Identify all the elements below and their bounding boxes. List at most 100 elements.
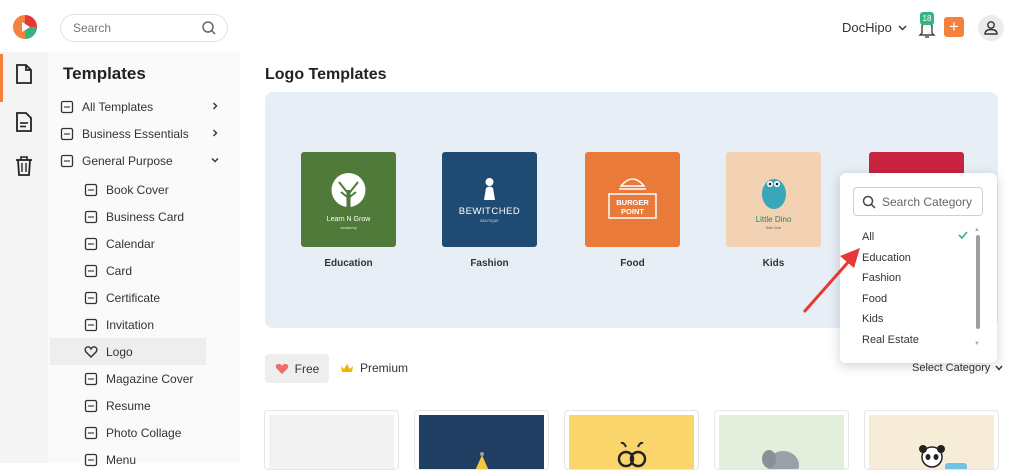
menu-icon (84, 453, 98, 467)
heart-icon (275, 363, 288, 374)
party-hat-icon (475, 452, 489, 469)
category-card-fashion[interactable]: BEWITCHED BOUTIQUE (442, 152, 537, 247)
select-category-label: Select Category (912, 362, 991, 374)
chevron-down-icon (898, 25, 907, 30)
rail-trash[interactable] (0, 146, 48, 186)
notification-button[interactable]: 18 (916, 12, 938, 39)
heart-icon (84, 345, 98, 359)
sidebar-item-resume[interactable]: Resume (84, 392, 234, 419)
add-button[interactable]: + (944, 17, 964, 37)
food-logo-text-2: POINT (621, 207, 644, 216)
sidebar-item-label: Logo (106, 344, 133, 359)
category-search-box[interactable] (853, 187, 983, 216)
sidebar-item-magazine-cover[interactable]: Magazine Cover (84, 365, 234, 392)
file-text-icon (16, 112, 32, 132)
template-thumb[interactable] (414, 410, 549, 470)
sidebar-item-label: Calendar (106, 236, 155, 251)
category-option-all[interactable]: All (862, 231, 874, 243)
user-icon (984, 21, 998, 35)
card-icon (84, 264, 98, 278)
book-cover-icon (84, 183, 98, 197)
rail-my-documents[interactable] (0, 102, 48, 142)
sidebar-item-label: Certificate (106, 290, 161, 305)
document-icon (16, 64, 32, 84)
scroll-up-icon[interactable]: ▲ (974, 227, 980, 233)
filter-premium-button[interactable]: Premium (340, 361, 408, 375)
search-icon[interactable] (201, 20, 217, 36)
sidebar-item-general-purpose[interactable]: General Purpose (60, 147, 220, 174)
select-category-dropdown[interactable]: Select Category (912, 362, 1003, 374)
category-card-food[interactable]: BURGER POINT (585, 152, 680, 247)
general-purpose-icon (60, 154, 74, 168)
category-option-education[interactable]: Education (862, 252, 911, 264)
filter-premium-label: Premium (360, 361, 409, 375)
chevron-down-icon (210, 154, 220, 168)
category-option-real-estate[interactable]: Real Estate (862, 334, 919, 346)
sidebar-item-invitation[interactable]: Invitation (84, 311, 234, 338)
filter-free-button[interactable]: Free (265, 354, 329, 383)
sidebar-item-photo-collage[interactable]: Photo Collage (84, 419, 234, 446)
template-thumb[interactable] (714, 410, 849, 470)
sidebar-item-label: Business Card (106, 209, 185, 224)
trash-icon (16, 156, 32, 176)
sidebar-item-label: Invitation (106, 317, 155, 332)
category-option-kids[interactable]: Kids (862, 313, 883, 325)
template-thumb[interactable] (564, 410, 699, 470)
category-option-fashion[interactable]: Fashion (862, 272, 901, 284)
left-rail (0, 52, 48, 463)
sidebar-item-label: Book Cover (106, 182, 169, 197)
scroll-down-icon[interactable]: ▼ (974, 341, 980, 347)
dropdown-scrollbar[interactable] (976, 235, 980, 329)
sidebar-item-label: Menu (106, 452, 137, 467)
tree-logo-icon: Learn N Grow academy (327, 173, 372, 230)
template-thumb[interactable] (864, 410, 999, 470)
certificate-icon (84, 291, 98, 305)
burger-logo-icon: BURGER POINT (608, 178, 657, 219)
sidebar-item-label: Card (106, 263, 133, 278)
category-label-education[interactable]: Education (301, 258, 396, 269)
category-option-food[interactable]: Food (862, 293, 887, 305)
rail-templates[interactable] (0, 54, 48, 102)
sidebar-item-logo[interactable]: Logo (50, 338, 206, 365)
fashion-logo-icon: BEWITCHED BOUTIQUE (459, 178, 520, 223)
sidebar-item-label: Resume (106, 398, 151, 413)
notification-badge: 18 (920, 12, 934, 25)
crown-icon (341, 364, 353, 372)
avatar[interactable] (978, 15, 1004, 41)
sidebar-item-certificate[interactable]: Certificate (84, 284, 234, 311)
sidebar-item-calendar[interactable]: Calendar (84, 230, 234, 257)
kids-logo-text: Little Dino (756, 215, 792, 224)
magazine-icon (84, 372, 98, 386)
search-box[interactable] (60, 14, 228, 42)
category-label-food[interactable]: Food (585, 258, 680, 269)
category-card-education[interactable]: Learn N Grow academy (301, 152, 396, 247)
education-logo-text: Learn N Grow (327, 216, 372, 223)
sidebar-item-card[interactable]: Card (84, 257, 234, 284)
top-bar: DocHipo 18 + (0, 0, 1024, 52)
education-logo-sub: academy (340, 225, 356, 230)
dino-logo-icon: Little Dino Kids Club (756, 179, 792, 230)
sidebar-item-business-card[interactable]: Business Card (84, 203, 234, 230)
kids-logo-sub: Kids Club (766, 226, 781, 230)
filter-free-label: Free (294, 361, 320, 376)
search-icon (862, 195, 876, 209)
sidebar-item-book-cover[interactable]: Book Cover (84, 176, 234, 203)
sidebar-item-menu[interactable]: Menu (84, 446, 234, 473)
food-logo-text: BURGER (616, 198, 649, 207)
category-card-kids[interactable]: Little Dino Kids Club (726, 152, 821, 247)
sidebar-item-label: All Templates (82, 99, 154, 114)
template-thumb[interactable] (264, 410, 399, 470)
category-search-input[interactable] (882, 194, 978, 209)
account-name: DocHipo (842, 20, 892, 35)
collage-icon (84, 426, 98, 440)
sidebar-item-label: Business Essentials (82, 126, 189, 141)
sidebar-item-all-templates[interactable]: All Templates (60, 93, 220, 120)
sidebar-item-label: Photo Collage (106, 425, 182, 440)
dochipo-logo-icon[interactable] (12, 14, 38, 40)
business-card-icon (84, 210, 98, 224)
account-dropdown[interactable]: DocHipo (842, 20, 907, 35)
category-label-fashion[interactable]: Fashion (442, 258, 537, 269)
search-input[interactable] (73, 21, 193, 35)
sidebar-item-business-essentials[interactable]: Business Essentials (60, 120, 220, 147)
chevron-right-icon (210, 127, 220, 141)
